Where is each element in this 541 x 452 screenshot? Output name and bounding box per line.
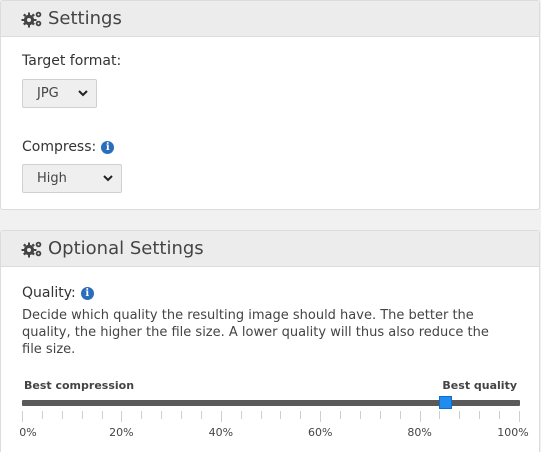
optional-settings-title: Optional Settings bbox=[48, 238, 204, 259]
scale-tick bbox=[400, 411, 401, 419]
chevron-down-icon bbox=[78, 90, 88, 97]
settings-title: Settings bbox=[48, 8, 122, 29]
scale-tick bbox=[439, 411, 440, 419]
compress-value: High bbox=[37, 171, 67, 186]
scale-tick bbox=[340, 411, 341, 419]
scale-tick bbox=[121, 411, 122, 422]
scale-tick bbox=[320, 411, 321, 422]
info-icon[interactable]: i bbox=[101, 140, 115, 154]
optional-settings-header: Optional Settings bbox=[1, 231, 539, 267]
scale-tick bbox=[479, 411, 480, 419]
scale-tick bbox=[241, 411, 242, 419]
scale-tick bbox=[499, 411, 500, 419]
optional-settings-panel: Optional Settings Quality: i Decide whic… bbox=[0, 230, 540, 452]
scale-tick bbox=[82, 411, 83, 419]
compress-label: Compress: i bbox=[22, 139, 115, 155]
scale-tick bbox=[280, 411, 281, 419]
scale-tick bbox=[22, 411, 23, 422]
scale-tick-label: 40% bbox=[208, 426, 234, 439]
scale-tick bbox=[201, 411, 202, 419]
scale-tick bbox=[420, 411, 421, 422]
scale-tick-label: 80% bbox=[407, 426, 432, 439]
scale-tick bbox=[360, 411, 361, 419]
compress-select[interactable]: High bbox=[22, 164, 122, 193]
scale-tick-label: 100% bbox=[497, 426, 529, 439]
scale-tick bbox=[459, 411, 460, 419]
info-icon[interactable]: i bbox=[80, 286, 94, 300]
max-caption: Best quality bbox=[442, 379, 517, 392]
min-caption: Best compression bbox=[24, 379, 135, 392]
scale-tick-label: 20% bbox=[109, 426, 134, 439]
scale-tick bbox=[519, 411, 520, 422]
scale-tick-label: 60% bbox=[307, 426, 333, 439]
target-format-label: Target format: bbox=[22, 53, 122, 69]
scale-tick bbox=[141, 411, 142, 419]
scale-tick bbox=[261, 411, 262, 419]
settings-header: Settings bbox=[1, 1, 539, 37]
target-format-select[interactable]: JPG bbox=[22, 79, 97, 108]
scale-tick bbox=[102, 411, 103, 419]
quality-label: Quality: i bbox=[22, 285, 94, 301]
quality-description: Decide which quality the resulting image… bbox=[22, 308, 489, 357]
scale-tick-label: 0% bbox=[19, 426, 37, 439]
quality-slider-handle[interactable] bbox=[438, 396, 452, 409]
scale-tick bbox=[380, 411, 381, 419]
scale-tick bbox=[42, 411, 43, 419]
chevron-down-icon bbox=[103, 175, 113, 182]
scale-tick bbox=[300, 411, 301, 419]
target-format-value: JPG bbox=[37, 86, 59, 101]
scale-tick bbox=[62, 411, 63, 419]
gears-icon bbox=[21, 11, 42, 27]
scale-tick bbox=[161, 411, 162, 419]
settings-panel: Settings Target format: JPG Compress: i … bbox=[0, 0, 540, 210]
scale-tick bbox=[221, 411, 222, 422]
scale-tick bbox=[181, 411, 182, 419]
gears-icon bbox=[21, 241, 42, 257]
